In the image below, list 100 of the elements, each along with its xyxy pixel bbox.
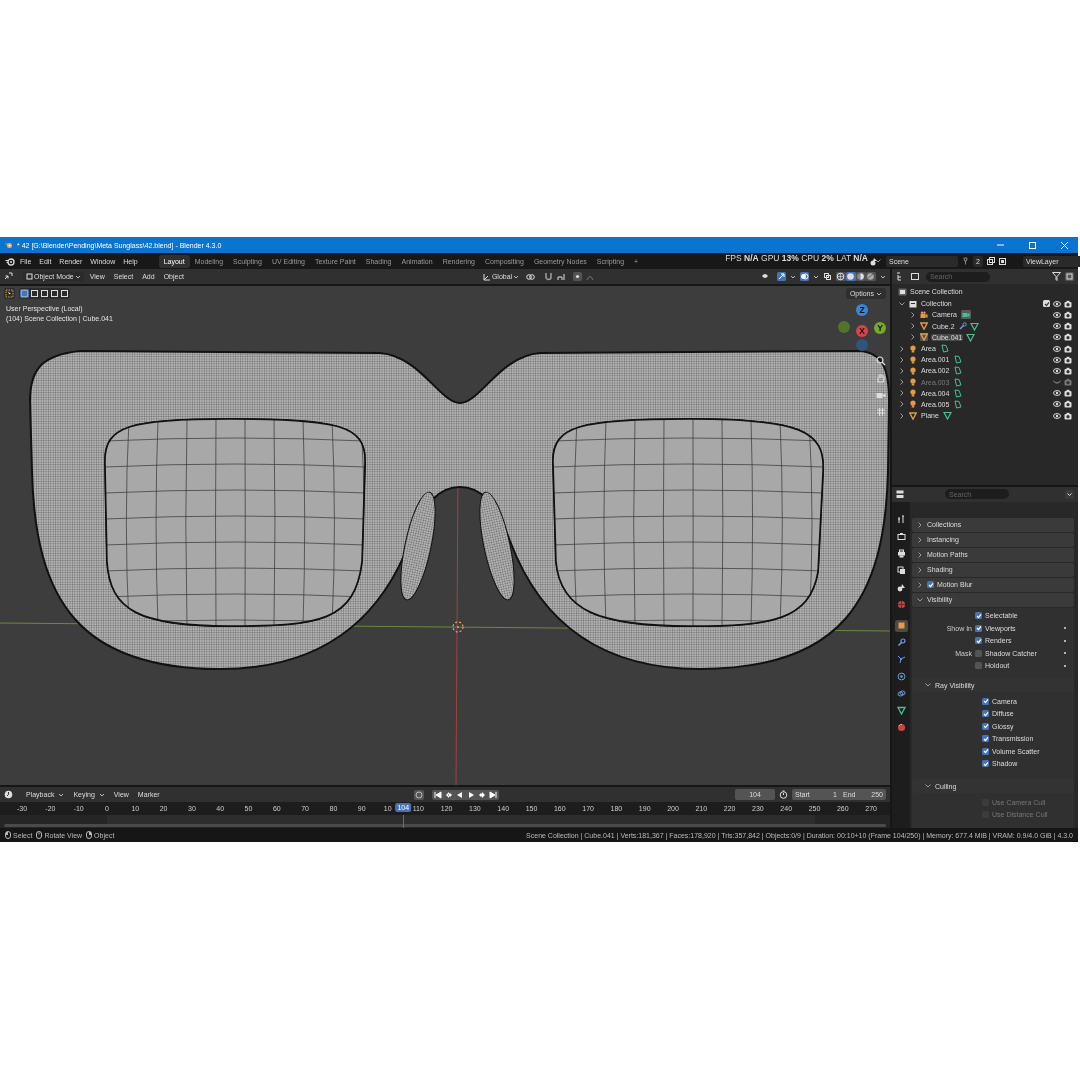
caret-icon [790, 273, 796, 280]
render-camera-icon[interactable] [1064, 344, 1072, 353]
chevron-right-icon[interactable] [898, 400, 906, 409]
chevron-right-icon[interactable] [909, 333, 917, 342]
filter-icon[interactable] [1052, 272, 1062, 281]
triangle-icon [966, 332, 977, 342]
chevron-right-icon[interactable] [898, 355, 906, 364]
caret-icon[interactable] [1065, 489, 1074, 499]
overlays-toggle-icon[interactable] [800, 272, 809, 281]
camera-icon[interactable] [876, 390, 886, 400]
caret-icon [813, 273, 819, 280]
caret-icon [74, 273, 81, 280]
eye-closed-icon[interactable] [1053, 378, 1061, 387]
render-camera-icon[interactable] [1064, 299, 1072, 308]
chevron-right-icon[interactable] [909, 310, 917, 319]
xray-toggle-icon[interactable] [823, 272, 832, 281]
checkbox[interactable] [975, 649, 982, 657]
editor-type-icon[interactable] [4, 272, 16, 281]
shading-wire-icon[interactable] [836, 272, 846, 281]
playhead-line[interactable] [403, 815, 405, 828]
render-camera-icon[interactable] [1064, 366, 1072, 375]
chevron-right-icon[interactable] [898, 378, 906, 387]
checkbox[interactable] [982, 697, 989, 705]
chevron-right-icon[interactable] [898, 411, 906, 420]
magnet-icon[interactable] [544, 272, 554, 281]
checkbox[interactable] [975, 662, 982, 670]
axes-icon [482, 272, 491, 281]
light-data-icon [953, 377, 964, 387]
render-camera-icon[interactable] [1064, 322, 1072, 331]
wrench-icon [896, 638, 906, 647]
scene-icon[interactable] [870, 256, 882, 266]
chevron-right-icon[interactable] [898, 366, 906, 375]
eye-icon[interactable] [1053, 310, 1061, 319]
next-keyframe-icon[interactable] [477, 790, 486, 799]
properties-tab[interactable] [894, 704, 908, 717]
zoom-icon[interactable] [876, 356, 886, 366]
properties-tab[interactable] [894, 619, 908, 632]
render-camera-icon[interactable] [1064, 333, 1072, 342]
printer-icon [896, 549, 906, 558]
chevron-down-icon [924, 681, 932, 689]
select-mode-button[interactable] [60, 289, 69, 298]
gizmo-axis-handle[interactable]: Z [856, 304, 868, 316]
proportional-icon[interactable] [573, 272, 583, 281]
render-camera-icon[interactable] [1064, 355, 1072, 364]
new-collection-icon[interactable] [1065, 272, 1074, 281]
jump-end-icon[interactable] [488, 790, 497, 799]
light-data-icon [953, 388, 964, 398]
shading-rendered-icon[interactable] [866, 272, 876, 281]
properties-tab[interactable] [894, 530, 908, 543]
shapes-icon [896, 583, 906, 592]
previous-keyframe-icon[interactable] [444, 790, 453, 799]
properties-tab[interactable] [894, 670, 908, 683]
checkbox[interactable] [1043, 300, 1050, 308]
hand-icon[interactable] [876, 373, 886, 383]
eye-icon[interactable] [1053, 299, 1061, 308]
eye-icon[interactable] [1053, 366, 1061, 375]
select-mode-button[interactable] [30, 289, 39, 298]
pin-icon[interactable] [962, 257, 969, 265]
performance-stats: FPS N/A GPU 13% CPU 2% LAT N/A [725, 254, 868, 263]
checkbox[interactable] [975, 624, 982, 632]
select-tool-icon[interactable] [4, 288, 15, 299]
sphere-icon [896, 723, 906, 732]
chevron-down-icon[interactable] [898, 299, 906, 308]
chevron-right-icon[interactable] [898, 344, 906, 353]
render-camera-icon[interactable] [1064, 411, 1072, 420]
render-camera-icon[interactable] [1064, 389, 1072, 398]
eye-icon[interactable] [1053, 355, 1061, 364]
gizmo-axis-handle[interactable] [856, 339, 868, 351]
gizmo-toggle-icon[interactable] [777, 272, 786, 281]
eye-icon[interactable] [1053, 411, 1061, 420]
gizmo-axis-handle[interactable]: Y [874, 322, 886, 334]
gizmo-axis-handle[interactable]: X [856, 325, 868, 337]
blender-logo-icon[interactable] [5, 256, 15, 266]
eye-icon[interactable] [1053, 400, 1061, 409]
properties-tab[interactable] [894, 564, 908, 577]
stopwatch-icon[interactable] [779, 790, 788, 799]
shading-material-icon[interactable] [856, 272, 866, 281]
render-camera-icon[interactable] [1064, 400, 1072, 409]
select-mode-button[interactable] [40, 289, 49, 298]
copy-icon[interactable] [986, 257, 995, 265]
eye-icon[interactable] [1053, 322, 1061, 331]
maximize-icon [1027, 240, 1037, 250]
gizmo-axis-handle[interactable] [838, 321, 850, 333]
jump-start-icon[interactable] [433, 790, 442, 799]
orbit-icon [896, 672, 906, 681]
eye-icon[interactable] [1053, 344, 1061, 353]
play-reverse-icon[interactable] [455, 790, 464, 799]
caret-icon [58, 791, 65, 798]
chevron-right-icon[interactable] [898, 389, 906, 398]
grid-icon[interactable] [876, 407, 886, 417]
eye-icon[interactable] [1053, 333, 1061, 342]
checkbox[interactable] [982, 722, 989, 730]
checkbox[interactable] [982, 747, 989, 755]
tools-icon [896, 515, 906, 524]
play-icon[interactable] [466, 790, 475, 799]
eye-icon[interactable] [1053, 389, 1061, 398]
render-camera-icon[interactable] [1064, 310, 1072, 319]
select-mode-button[interactable] [50, 289, 59, 298]
chevron-right-icon[interactable] [909, 322, 917, 331]
shading-solid-icon[interactable] [846, 272, 856, 281]
